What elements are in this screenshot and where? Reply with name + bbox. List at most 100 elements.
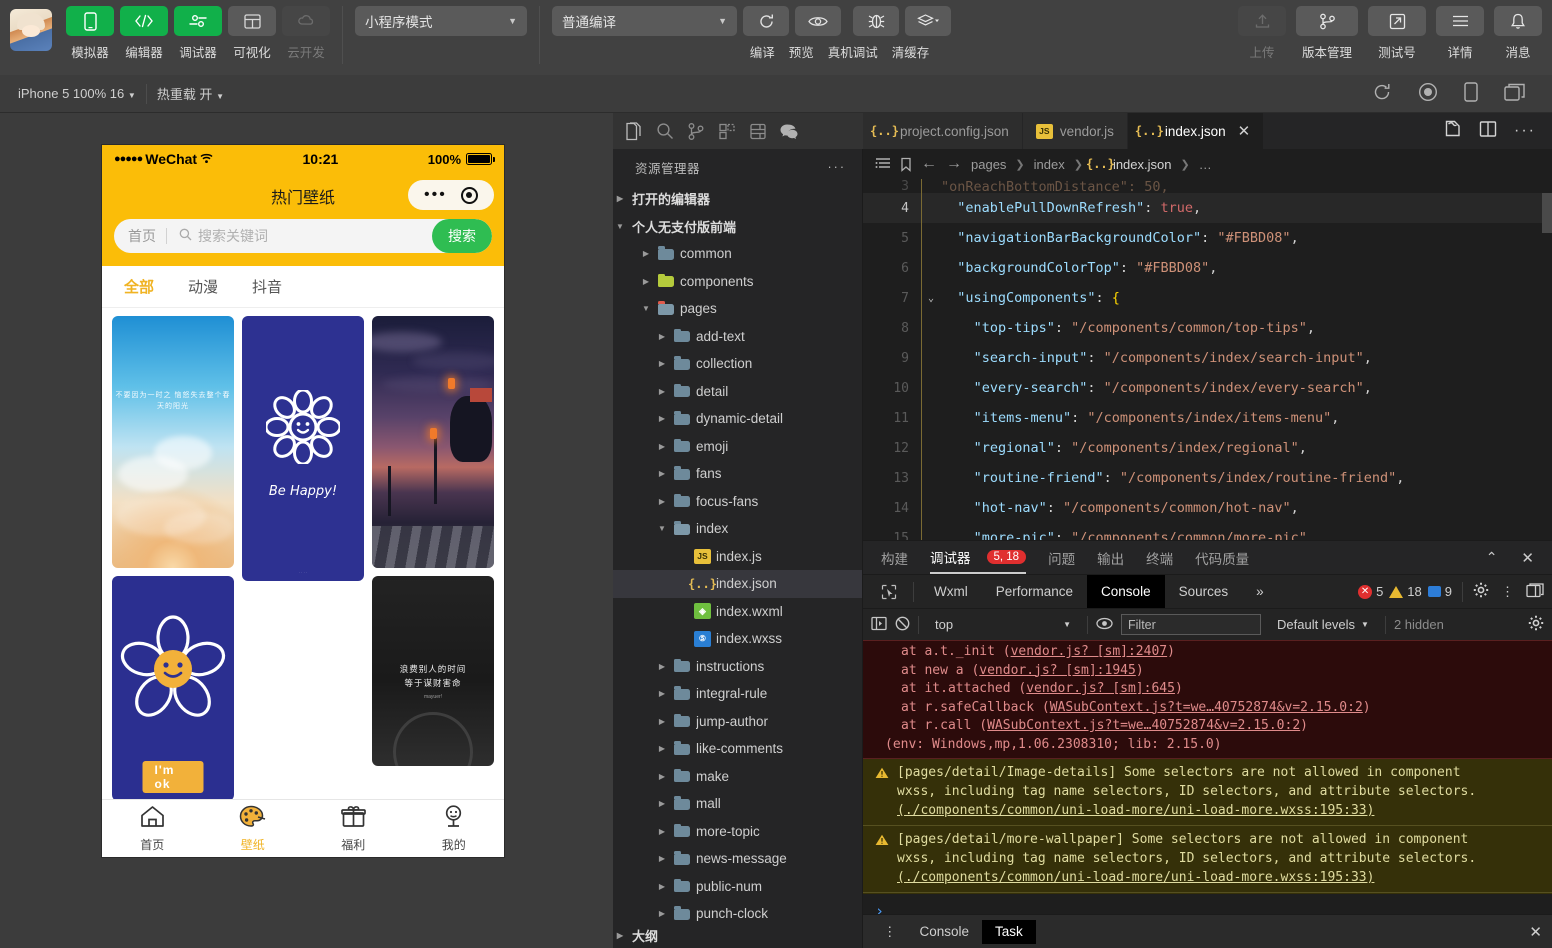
live-expression-icon[interactable] [1096, 617, 1113, 633]
code-line[interactable]: 14 "hot-nav": "/components/common/hot-na… [863, 493, 1552, 523]
console-output[interactable]: at a.t._init (vendor.js? [sm]:2407)at ne… [863, 640, 1552, 914]
preview-button[interactable] [795, 6, 841, 36]
tree-file[interactable]: ⑤index.wxss [613, 625, 862, 653]
explorer-more-icon[interactable]: ··· [828, 160, 847, 174]
real-device-debug-button[interactable] [853, 6, 899, 36]
search-home-label[interactable]: 首页 [114, 226, 166, 246]
tree-folder[interactable]: ▶emoji [613, 433, 862, 461]
tree-project-root[interactable]: ▼ 个人无支付版前端 [613, 213, 862, 241]
code-line[interactable]: 5 "navigationBarBackgroundColor": "#FBBD… [863, 223, 1552, 253]
search-icon[interactable] [656, 122, 674, 141]
breadcrumb-file[interactable]: {..} index.json [1092, 156, 1172, 172]
wallpaper-card[interactable]: 浪费别人的时间等于谋财害命 mayuer! [372, 576, 494, 766]
code-line[interactable]: 6 "backgroundColorTop": "#FBBD08", [863, 253, 1552, 283]
error-count[interactable]: ✕5 [1358, 584, 1383, 599]
wallpaper-card[interactable]: 不要因为一时之 恼怒失去整个春天的阳光 [112, 316, 234, 568]
multi-window-icon[interactable] [1504, 83, 1526, 105]
clear-cache-label[interactable]: 清缓存 [892, 42, 930, 61]
tree-file[interactable]: {..}index.json [613, 570, 862, 598]
console-filter-input[interactable]: Filter [1121, 614, 1261, 635]
cloud-storage-icon[interactable] [749, 122, 767, 141]
cloud-button[interactable]: 云开发 [282, 6, 330, 61]
footer-tab-task[interactable]: Task [982, 920, 1036, 944]
tab-code-quality[interactable]: 代码质量 [1195, 541, 1249, 574]
code-line[interactable]: 9 "search-input": "/components/index/sea… [863, 343, 1552, 373]
tree-folder[interactable]: ▶components [613, 268, 862, 296]
extensions-icon[interactable] [718, 122, 736, 141]
editor-button[interactable]: 编辑器 [120, 6, 168, 61]
editor-tab-index-json[interactable]: {..} index.json ✕ [1128, 113, 1264, 149]
tree-file[interactable]: ◈index.wxml [613, 598, 862, 626]
preview-label[interactable]: 预览 [789, 42, 814, 61]
close-icon[interactable]: ✕ [1238, 122, 1251, 140]
wallpaper-card[interactable]: I'm ok [112, 576, 234, 799]
error-stack-line[interactable]: at r.call (WASubContext.js?t=we…40752874… [863, 717, 1552, 736]
messages-button[interactable]: 消息 [1494, 6, 1542, 61]
tree-folder[interactable]: ▶instructions [613, 653, 862, 681]
tab-problems[interactable]: 问题 [1048, 541, 1075, 574]
tree-folder[interactable]: ▶jump-author [613, 708, 862, 736]
editor-scrollbar[interactable] [1542, 193, 1552, 233]
devtools-tab-wxml[interactable]: Wxml [920, 575, 982, 609]
bookmark-icon[interactable] [900, 157, 912, 172]
rotate-device-icon[interactable] [1464, 82, 1478, 105]
code-line[interactable]: 13 "routine-friend": "/components/index/… [863, 463, 1552, 493]
outline-toggle-icon[interactable] [875, 157, 891, 171]
console-sidebar-toggle-icon[interactable] [871, 616, 887, 634]
collapse-icon[interactable]: ⌃ [1486, 549, 1498, 566]
tree-outline-section[interactable]: ▶ 大纲 [613, 922, 862, 948]
tree-folder[interactable]: ▶focus-fans [613, 488, 862, 516]
compile-label[interactable]: 编译 [750, 42, 775, 61]
forward-arrow-icon[interactable]: → [946, 155, 962, 173]
breadcrumb-more[interactable]: … [1199, 157, 1212, 172]
more-actions-icon[interactable]: ··· [1514, 122, 1536, 140]
code-line[interactable]: 8 "top-tips": "/components/common/top-ti… [863, 313, 1552, 343]
devtools-more-tabs-icon[interactable]: » [1242, 575, 1278, 609]
tab-anime[interactable]: 动漫 [188, 276, 218, 297]
warning-count[interactable]: 18 [1389, 584, 1421, 599]
footer-tab-console[interactable]: Console [907, 920, 983, 944]
close-icon[interactable]: ✕ [1521, 549, 1534, 567]
mode-select[interactable]: 小程序模式 ▼ [355, 6, 527, 36]
devtools-tab-console[interactable]: Console [1087, 575, 1165, 609]
code-line[interactable]: 12 "regional": "/components/index/region… [863, 433, 1552, 463]
editor-tab-project-config[interactable]: {..} project.config.json [863, 113, 1023, 149]
search-button[interactable]: 搜索 [432, 219, 492, 253]
tabbar-item-home[interactable]: 首页 [102, 800, 203, 857]
explorer-icon[interactable] [625, 122, 643, 141]
code-line[interactable]: 7⌄ "usingComponents": { [863, 283, 1552, 313]
tab-output[interactable]: 输出 [1097, 541, 1124, 574]
code-line[interactable]: 11 "items-menu": "/components/index/item… [863, 403, 1552, 433]
dock-side-icon[interactable] [1526, 583, 1544, 601]
details-button[interactable]: 详情 [1436, 6, 1484, 61]
tree-folder[interactable]: ▶dynamic-detail [613, 405, 862, 433]
error-stack-line[interactable]: at a.t._init (vendor.js? [sm]:2407) [863, 643, 1552, 662]
version-control-button[interactable]: 版本管理 [1296, 6, 1358, 61]
tree-folder[interactable]: ▶detail [613, 378, 862, 406]
search-input[interactable]: 搜索关键词 [167, 226, 432, 246]
settings-gear-icon[interactable] [1473, 582, 1489, 601]
code-line[interactable]: 15 "more-pic": "/components/common/more-… [863, 523, 1552, 540]
tree-folder[interactable]: ▶mall [613, 790, 862, 818]
source-control-icon[interactable] [687, 122, 705, 141]
tree-folder[interactable]: ▶news-message [613, 845, 862, 873]
tabbar-item-mine[interactable]: 我的 [404, 800, 505, 857]
tree-folder[interactable]: ▶like-comments [613, 735, 862, 763]
tree-folder[interactable]: ▶make [613, 763, 862, 791]
console-levels-select[interactable]: Default levels ▼ [1269, 617, 1377, 632]
tree-folder[interactable]: ▼pages [613, 295, 862, 323]
console-context-select[interactable]: top ▼ [927, 617, 1079, 632]
breadcrumb-pages[interactable]: pages [971, 157, 1006, 172]
mini-program-icon[interactable] [780, 123, 798, 140]
device-selector[interactable]: iPhone 5 100% 16 ▼ [8, 86, 146, 101]
close-target-icon[interactable] [461, 187, 478, 204]
open-preview-icon[interactable] [1443, 119, 1462, 143]
tabbar-item-wallpaper[interactable]: 壁纸 [203, 800, 304, 857]
devtools-tab-performance[interactable]: Performance [982, 575, 1087, 609]
console-prompt[interactable]: › [863, 893, 1552, 914]
search-bar[interactable]: 首页 搜索关键词 搜索 [114, 219, 492, 253]
tab-build[interactable]: 构建 [881, 541, 908, 574]
debugger-button[interactable]: 调试器 [174, 6, 222, 61]
tree-folder[interactable]: ▶fans [613, 460, 862, 488]
tree-folder[interactable]: ▶integral-rule [613, 680, 862, 708]
